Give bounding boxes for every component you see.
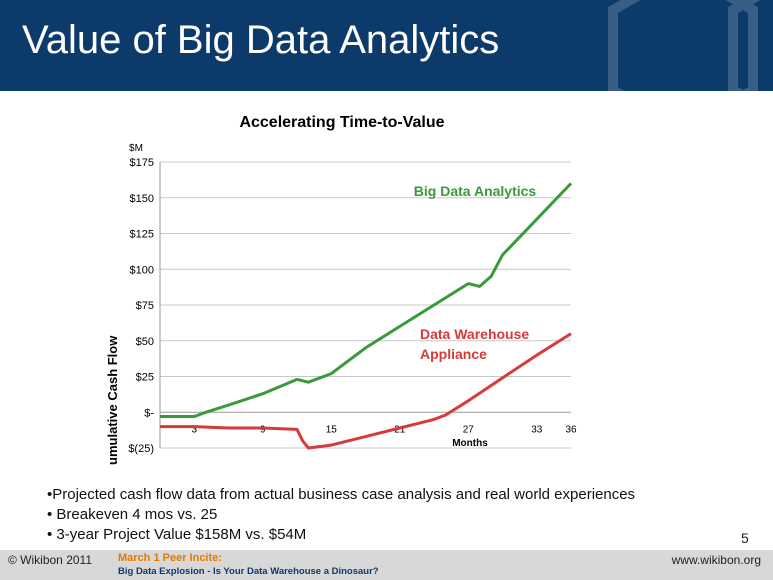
y-tick-label: $125 (130, 229, 154, 241)
y-unit-label: $M (129, 143, 143, 154)
bullet-list: •Projected cash flow data from actual bu… (47, 485, 635, 545)
event-subtitle: Big Data Explosion - Is Your Data Wareho… (118, 566, 379, 577)
bullet-item: • 3-year Project Value $158M vs. $54M (47, 526, 307, 543)
series-label-warehouse-line2: Appliance (420, 346, 487, 362)
slide-number: 5 (741, 530, 749, 546)
x-axis-label: Months (452, 438, 488, 449)
website-link[interactable]: www.wikibon.org (672, 553, 761, 567)
chart-grid (159, 161, 571, 449)
y-tick-label: $75 (136, 300, 154, 312)
y-tick-label: $(25) (128, 443, 154, 455)
copyright-text: © Wikibon 2011 (8, 553, 92, 567)
cash-flow-chart: Accelerating Time-to-Value $M Cumulative… (105, 114, 577, 465)
y-tick-label: $- (144, 407, 154, 419)
event-title: March 1 Peer Incite: (118, 552, 222, 564)
bullet-item: • Breakeven 4 mos vs. 25 (47, 506, 218, 523)
footer-bar: © Wikibon 2011 March 1 Peer Incite: Big … (0, 550, 773, 580)
x-axis-ticks: 3 9 15 21 27 33 36 (191, 424, 577, 435)
y-tick-label: $25 (136, 372, 154, 384)
x-tick-label: 15 (326, 424, 338, 435)
series-label-warehouse-line1: Data Warehouse (420, 326, 529, 342)
x-tick-label: 27 (463, 424, 475, 435)
y-tick-label: $175 (130, 157, 154, 169)
x-tick-label: 36 (565, 424, 577, 435)
x-tick-label: 33 (531, 424, 543, 435)
bullet-item: •Projected cash flow data from actual bu… (47, 486, 636, 503)
hexagon-watermark-icon (608, 0, 761, 91)
slide-header: Value of Big Data Analytics (0, 0, 773, 91)
chart-series (160, 182, 573, 450)
y-tick-label: $100 (130, 264, 154, 276)
series-line (160, 182, 573, 418)
chart-title: Accelerating Time-to-Value (239, 114, 444, 131)
x-tick-label: 9 (260, 424, 266, 435)
y-tick-label: $50 (136, 336, 154, 348)
series-line (160, 332, 572, 450)
y-axis-label: Cumulative Cash Flow (105, 335, 120, 465)
series-label-warehouse: Data Warehouse Appliance (420, 326, 533, 362)
slide-title: Value of Big Data Analytics (22, 18, 500, 62)
series-label-big-data: Big Data Analytics (414, 183, 537, 199)
y-tick-label: $150 (130, 193, 154, 205)
y-axis-ticks: $(25) $- $25 $50 $75 $100 $125 $150 $175 (128, 157, 154, 455)
